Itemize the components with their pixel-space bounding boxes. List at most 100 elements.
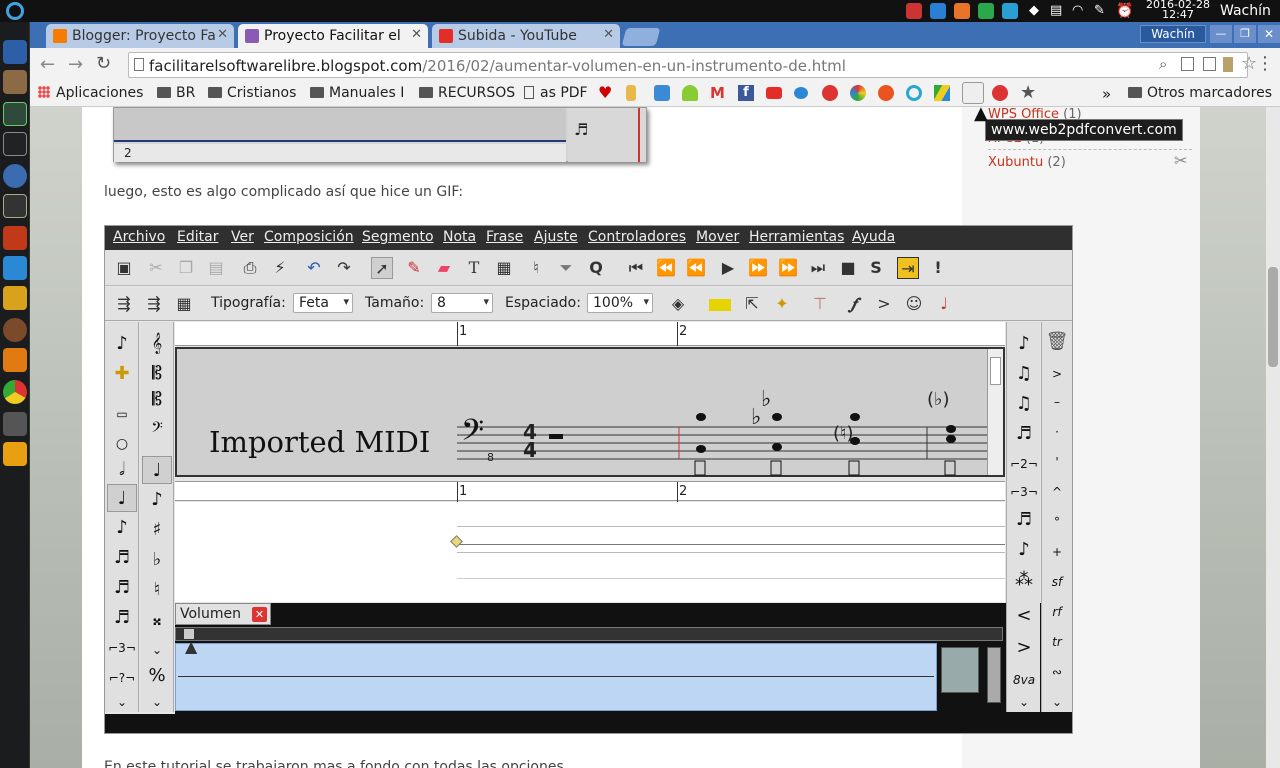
controller-widget[interactable] — [941, 647, 979, 693]
new-tab-button[interactable] — [621, 28, 661, 46]
bookmark-star-icon[interactable]: ☆ — [1241, 53, 1257, 74]
redo-icon[interactable]: ↷ — [333, 257, 355, 279]
tray-alarm-icon[interactable]: ⏰ — [1116, 3, 1133, 19]
tenor-clef-icon[interactable]: 𝄡 — [142, 386, 172, 414]
label-xubuntu[interactable]: Xubuntu (2) — [988, 155, 1066, 170]
quarter-note-icon[interactable]: ♩ — [107, 484, 137, 512]
minimize-button[interactable]: — — [1210, 25, 1232, 43]
staccato-icon[interactable]: · — [1042, 418, 1072, 446]
menu-frase[interactable]: Frase — [486, 229, 523, 245]
sixty-fourth-note-icon[interactable]: ♬ — [107, 604, 137, 632]
trash-icon[interactable]: 🗑 — [1042, 328, 1072, 356]
breve-icon[interactable]: ▭ — [107, 400, 137, 428]
fast-rewind-icon[interactable]: ⏪ — [685, 257, 707, 279]
print-icon[interactable]: ⎙ — [239, 257, 261, 279]
tools-icon[interactable] — [3, 226, 27, 250]
sixteenth-note-icon[interactable]: ♬ — [107, 544, 137, 572]
bookmark-apps[interactable]: Aplicaciones — [38, 85, 143, 101]
bird-icon[interactable] — [794, 87, 808, 99]
chord-icon[interactable]: ♪ — [1009, 536, 1039, 564]
undo-icon[interactable]: ↶ — [303, 257, 325, 279]
chord-tool-icon[interactable]: ♮ — [525, 257, 547, 279]
eighth-note-icon[interactable]: ♪ — [107, 514, 137, 542]
menu-nota[interactable]: Nota — [443, 229, 476, 245]
session-user[interactable]: Wachín — [1220, 3, 1271, 19]
gmail-icon[interactable]: M — [710, 84, 725, 102]
bass-clef-icon[interactable]: 𝄢 — [142, 416, 172, 444]
edit-icon[interactable] — [654, 85, 670, 101]
terminal-icon[interactable] — [3, 132, 27, 156]
trill-icon[interactable]: tr — [1042, 628, 1072, 656]
expand-icon[interactable]: ⌄ — [1042, 688, 1072, 716]
pencil-tool-icon[interactable]: ✎ — [403, 257, 425, 279]
tab-proyecto-facilitar[interactable]: Proyecto Facilitar el ✕ — [238, 24, 428, 48]
search-icon[interactable]: ⌕ — [1159, 55, 1167, 73]
bookmark-other[interactable]: Otros marcadores — [1128, 85, 1272, 101]
half-note-icon[interactable]: 𝅗𝅥 — [107, 456, 137, 484]
menu-composicion[interactable]: Composición — [264, 229, 354, 245]
chrome-icon[interactable] — [3, 380, 27, 404]
whole-note-icon[interactable]: ○ — [107, 430, 137, 458]
tab-youtube[interactable]: Subida - YouTube ✕ — [432, 24, 620, 48]
picasa-icon[interactable] — [850, 85, 866, 101]
treble-clef-icon[interactable]: 𝄞 — [142, 330, 172, 358]
crescendo-icon[interactable]: < — [1009, 602, 1039, 630]
red-circle-icon[interactable] — [992, 85, 1008, 101]
unbeam-icon[interactable]: ⇶ — [143, 293, 165, 315]
browser-menu-icon[interactable]: ⋮ — [1256, 53, 1274, 74]
forward-end-icon[interactable]: ⏭ — [807, 257, 829, 279]
size-select[interactable]: 8 — [431, 293, 493, 313]
save-icon[interactable]: ▣ — [113, 257, 135, 279]
marcato-icon[interactable]: ^ — [1042, 478, 1072, 506]
ruler-icon[interactable] — [709, 299, 731, 311]
youtube-icon[interactable] — [766, 87, 782, 99]
bookmark-recursos[interactable]: RECURSOS — [419, 85, 515, 101]
extension-icon[interactable] — [1223, 57, 1233, 72]
reload-icon[interactable]: ↻ — [96, 53, 111, 74]
typography-select[interactable]: Feta — [293, 293, 353, 313]
download-icon[interactable] — [3, 256, 27, 280]
volume-tab[interactable]: Volumen ✕ — [175, 603, 271, 625]
menu-ver[interactable]: Ver — [231, 229, 254, 245]
menu-segmento[interactable]: Segmento — [362, 229, 434, 245]
layers-icon[interactable]: ◈ — [667, 293, 689, 315]
tray-app-icon[interactable] — [1002, 3, 1018, 19]
cut-icon[interactable]: ✂ — [145, 257, 167, 279]
bookmark-br[interactable]: BR — [157, 85, 195, 101]
devil-icon[interactable] — [3, 412, 27, 436]
expand-icon[interactable]: ⌄ — [142, 688, 172, 716]
volume-controller-area[interactable] — [175, 643, 937, 711]
tremolo-icon[interactable]: ♬ — [1009, 420, 1039, 448]
grace-note-icon[interactable]: ♪ — [142, 486, 172, 514]
grid-tool-icon[interactable]: ▦ — [493, 257, 515, 279]
note-mode-icon[interactable]: ♪ — [107, 330, 137, 358]
person-icon[interactable] — [626, 85, 636, 101]
triplet-icon[interactable]: ⌐3¬ — [107, 634, 137, 662]
solo-icon[interactable]: S — [865, 257, 887, 279]
scroll-thumb[interactable] — [1268, 267, 1278, 367]
export-icon[interactable]: ⇱ — [741, 293, 763, 315]
fire-icon[interactable] — [3, 348, 27, 372]
print-preview-icon[interactable]: ⚡ — [269, 257, 291, 279]
triplet-up-icon[interactable]: ⌐2¬ — [1009, 450, 1039, 478]
tray-presentation-icon[interactable] — [954, 3, 970, 19]
paste-icon[interactable]: ▤ — [205, 257, 227, 279]
menu-icon[interactable] — [3, 40, 27, 64]
play-icon[interactable]: ▶ — [717, 257, 739, 279]
menu-archivo[interactable]: Archivo — [113, 229, 165, 245]
alto-clef-icon[interactable]: 𝄡 — [142, 360, 172, 388]
page-scrollbar[interactable] — [1266, 107, 1280, 768]
natural-icon[interactable]: ♮ — [142, 576, 172, 604]
star-icon[interactable]: ★ — [1020, 82, 1036, 103]
beamed-notes-icon[interactable]: ♫ — [1009, 360, 1039, 388]
controller-slider[interactable] — [987, 647, 1001, 703]
copy-icon[interactable] — [1181, 57, 1194, 71]
table-icon[interactable]: ▦ — [173, 293, 195, 315]
page-action-icon[interactable] — [1203, 57, 1216, 71]
loop-marker-icon[interactable] — [450, 535, 463, 548]
heart-icon[interactable]: ♥ — [598, 83, 612, 102]
exclamation-icon[interactable]: ! — [927, 257, 949, 279]
menu-ajuste[interactable]: Ajuste — [534, 229, 578, 245]
address-bar[interactable]: facilitarelsoftwarelibre.blogspot.com/20… — [128, 52, 1257, 78]
note-tool-icon[interactable]: ♪ — [1009, 330, 1039, 358]
